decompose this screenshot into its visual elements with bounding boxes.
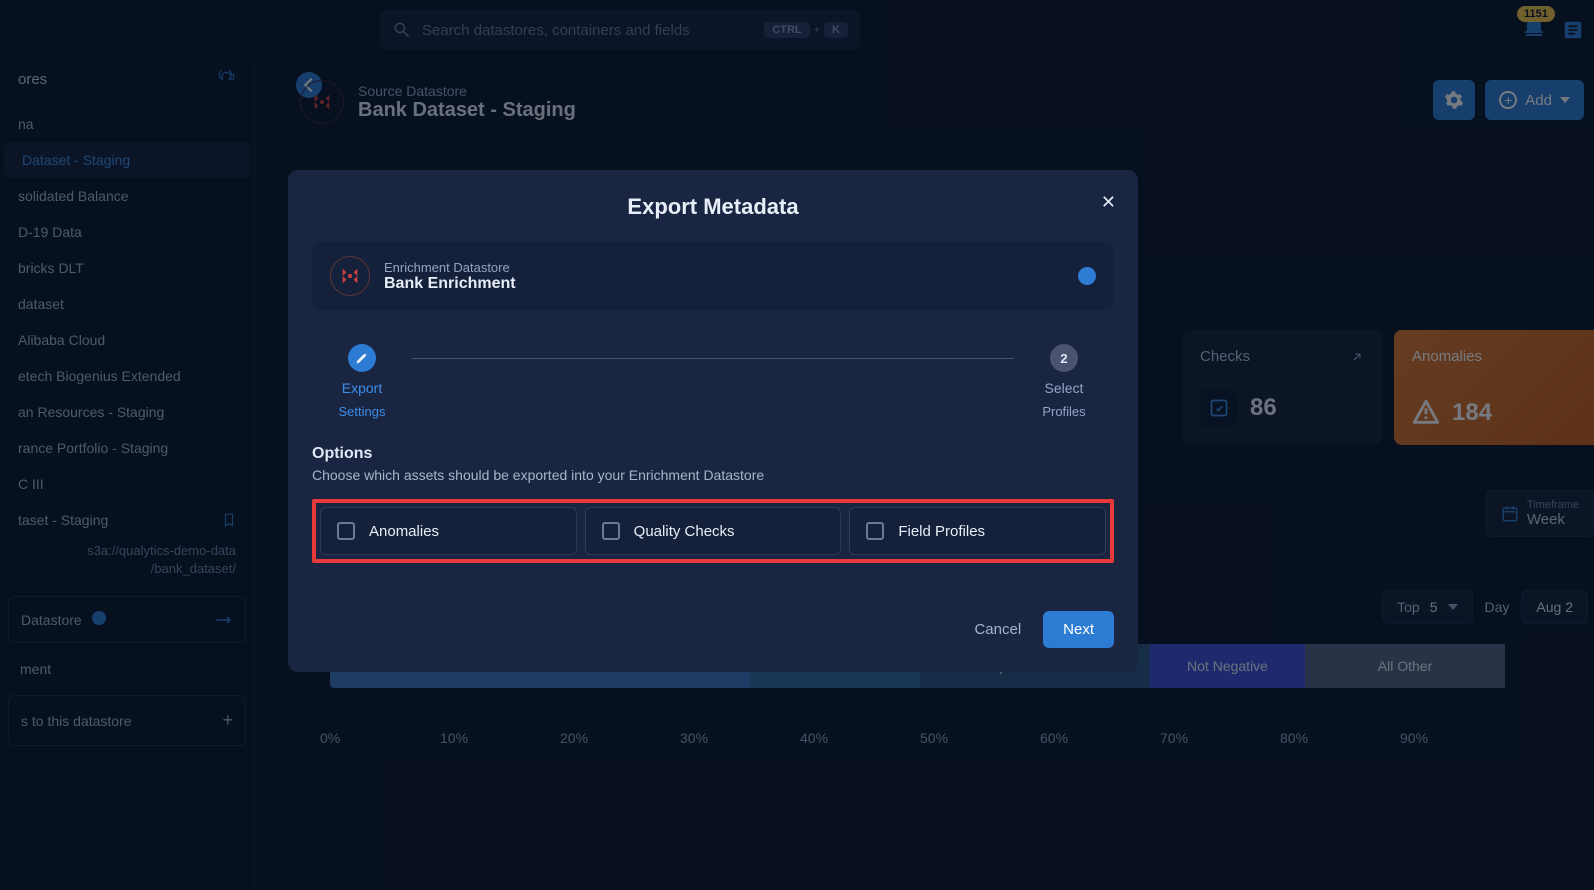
export-metadata-modal: ✕ Export Metadata Enrichment Datastore B… (288, 170, 1138, 672)
info-icon[interactable] (1078, 267, 1096, 285)
option-quality-checks[interactable]: Quality Checks (585, 507, 842, 555)
modal-title: Export Metadata (312, 194, 1114, 220)
enrichment-icon (330, 256, 370, 296)
pencil-icon (356, 352, 368, 364)
options-title: Options (312, 445, 1114, 463)
cancel-button[interactable]: Cancel (966, 611, 1029, 648)
checkbox-icon (337, 522, 355, 540)
enrichment-datastore-card[interactable]: Enrichment Datastore Bank Enrichment (312, 242, 1114, 310)
checkbox-icon (602, 522, 620, 540)
options-description: Choose which assets should be exported i… (312, 467, 1114, 483)
stepper: Export Settings 2 Select Profiles (312, 344, 1114, 419)
close-button[interactable]: ✕ (1101, 192, 1116, 213)
step-connector (412, 358, 1014, 359)
options-highlight: Anomalies Quality Checks Field Profiles (312, 499, 1114, 563)
next-button[interactable]: Next (1043, 611, 1114, 648)
step-1-circle[interactable] (348, 344, 376, 372)
option-anomalies[interactable]: Anomalies (320, 507, 577, 555)
option-field-profiles[interactable]: Field Profiles (849, 507, 1106, 555)
step-2-circle[interactable]: 2 (1050, 344, 1078, 372)
checkbox-icon (866, 522, 884, 540)
